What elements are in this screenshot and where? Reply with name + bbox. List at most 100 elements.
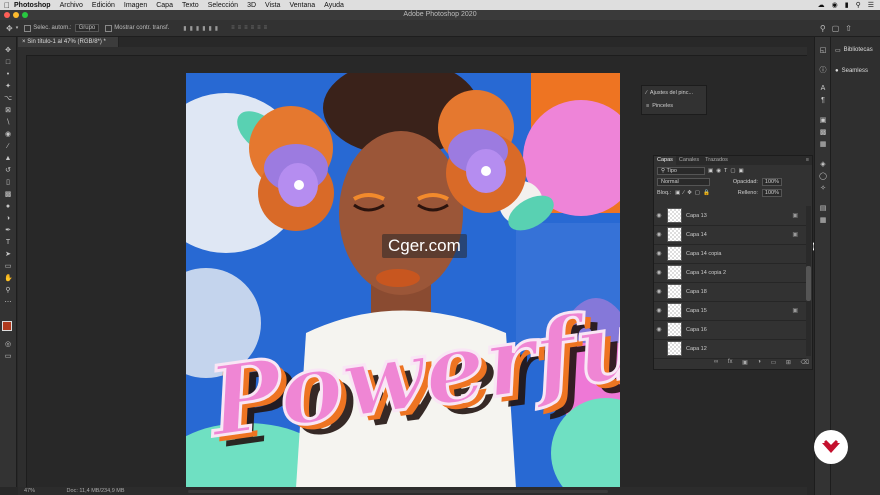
quick-mask-icon[interactable]: ◎ (4, 341, 12, 348)
more-tools-icon[interactable]: ⋯ (4, 299, 12, 306)
auto-select-checkbox[interactable] (24, 24, 32, 32)
tab-trazados[interactable]: Trazados (702, 156, 731, 165)
eye-icon[interactable]: ◉ (654, 250, 664, 257)
menu-archivo[interactable]: Archivo (60, 2, 83, 9)
eye-icon[interactable]: ◉ (654, 212, 664, 219)
hand-tool-icon[interactable]: ✋ (4, 275, 13, 282)
eye-icon[interactable]: ◉ (654, 231, 664, 238)
add-mask-icon[interactable]: ▣ (742, 359, 748, 366)
wifi-icon[interactable]: ◉ (832, 1, 838, 9)
vertical-ruler[interactable] (18, 55, 27, 487)
layer-row[interactable]: ◉ Capa 18 (654, 282, 806, 302)
brush-settings-item[interactable]: ∕ Ajustes del pinc... (642, 86, 706, 99)
apple-icon[interactable]:  (0, 1, 14, 10)
blend-mode-select[interactable]: Normal (657, 177, 710, 186)
move-tool-icon[interactable]: ✥ (4, 47, 12, 54)
layers-icon[interactable]: ◈ (818, 161, 828, 169)
healing-tool-icon[interactable]: ◉ (4, 131, 12, 138)
shape-tool-icon[interactable]: ▭ (4, 263, 12, 270)
paths-icon[interactable]: ✧ (818, 185, 828, 193)
menu-imagen[interactable]: Imagen (124, 2, 147, 9)
adjustment-layer-icon[interactable]: ◑ (757, 359, 761, 365)
info-icon[interactable]: ⓘ (818, 67, 828, 75)
menu-seleccion[interactable]: Selección (208, 2, 238, 9)
opacity-input[interactable]: 100% (761, 177, 782, 186)
group-select[interactable]: Grupo (74, 24, 100, 32)
tab-capas[interactable]: Capas (654, 156, 676, 165)
history-brush-tool-icon[interactable]: ↺ (4, 167, 12, 174)
eye-icon[interactable]: ◉ (654, 326, 664, 333)
frame-tool-icon[interactable]: ⊠ (4, 107, 12, 114)
layer-style-icon[interactable]: fx (728, 359, 733, 365)
search-icon[interactable]: ⚲ (820, 24, 826, 33)
menu-texto[interactable]: Texto (182, 2, 199, 9)
fill-input[interactable]: 100% (761, 188, 782, 197)
gradient-tool-icon[interactable]: ▩ (4, 191, 12, 198)
character-icon[interactable]: A (818, 85, 828, 93)
brush-tool-icon[interactable]: ∕ (4, 143, 12, 150)
battery-icon[interactable]: ▮ (845, 1, 849, 9)
type-tool-icon[interactable]: T (4, 239, 12, 246)
menu-capa[interactable]: Capa (156, 2, 173, 9)
histogram-icon[interactable]: ▩ (818, 129, 828, 137)
horizontal-ruler[interactable] (18, 47, 807, 56)
stamp-tool-icon[interactable]: ▲ (4, 155, 12, 162)
trash-icon[interactable]: ⌫ (801, 359, 809, 366)
eraser-tool-icon[interactable]: ▯ (4, 179, 12, 186)
properties-icon[interactable]: ▤ (818, 205, 828, 213)
menu-ayuda[interactable]: Ayuda (324, 2, 344, 9)
navigator-icon[interactable]: ▣ (818, 117, 828, 125)
filter-icons[interactable]: ▣◉T▢▣ (708, 168, 747, 174)
close-window-icon[interactable] (4, 12, 10, 18)
zoom-tool-icon[interactable]: ⚲ (4, 287, 12, 294)
brushes-item[interactable]: ≡ Pinceles (642, 99, 706, 112)
eye-icon[interactable]: ◉ (654, 288, 664, 295)
adjustments-icon[interactable]: ▦ (818, 141, 828, 149)
foreground-color-swatch[interactable] (2, 321, 12, 331)
swatches-icon[interactable]: ▦ (818, 217, 828, 225)
layer-row[interactable]: ◉ Capa 16 (654, 320, 806, 340)
menu-edicion[interactable]: Edición (92, 2, 115, 9)
crop-tool-icon[interactable]: ⌥ (4, 95, 12, 102)
layer-row[interactable]: ◉ Capa 15 ▣ (654, 301, 806, 321)
menu-vista[interactable]: Vista (265, 2, 280, 9)
panel-menu-icon[interactable]: ≡ (803, 156, 812, 165)
control-center-icon[interactable]: ☰ (868, 1, 874, 9)
lock-icons[interactable]: ▣∕✥▢🔒 (675, 190, 713, 196)
menu-3d[interactable]: 3D (247, 2, 256, 9)
blur-tool-icon[interactable]: ● (4, 203, 12, 210)
close-tab-icon[interactable]: × (22, 39, 26, 45)
pen-tool-icon[interactable]: ✒ (4, 227, 12, 234)
chevron-down-icon[interactable]: ▾ (16, 25, 19, 31)
menu-ventana[interactable]: Ventana (289, 2, 315, 9)
channels-icon[interactable]: ◯ (818, 173, 828, 181)
share-icon[interactable]: ⇧ (845, 24, 852, 33)
document-tab[interactable]: × Sin título-1 al 47% (RGB/8*) * (18, 37, 119, 47)
zoom-level[interactable]: 47% (24, 488, 35, 494)
dodge-tool-icon[interactable]: ◑ (4, 215, 12, 222)
channel-logo-button[interactable] (814, 430, 848, 464)
minimize-window-icon[interactable] (13, 12, 19, 18)
layer-filter-select[interactable]: ⚲ Tipo (657, 166, 705, 175)
lasso-tool-icon[interactable]: • (4, 71, 12, 78)
horizontal-scrollbar[interactable] (188, 490, 608, 493)
workspace-icon[interactable]: ▢ (832, 24, 840, 33)
layers-scrollbar[interactable] (806, 206, 811, 356)
magic-wand-tool-icon[interactable]: ✦ (4, 83, 12, 90)
layer-row[interactable]: ◉ Capa 13 ▣ (654, 206, 806, 226)
menu-photoshop[interactable]: Photoshop (14, 2, 51, 9)
paragraph-icon[interactable]: ¶ (818, 97, 828, 105)
layer-row[interactable]: ◉ Capa 14 copia 2 (654, 263, 806, 283)
link-layers-icon[interactable]: ∞ (714, 359, 718, 365)
layer-row[interactable]: ◉ Capa 14 copia (654, 244, 806, 264)
dock-item-bibliotecas[interactable]: ▭ Bibliotecas (835, 45, 879, 55)
distribute-icons[interactable]: ≡≡≡≡≡≡ (231, 25, 270, 31)
marquee-tool-icon[interactable]: □ (4, 59, 12, 66)
screen-mode-icon[interactable]: ▭ (4, 353, 12, 360)
maximize-window-icon[interactable] (22, 12, 28, 18)
canvas-artwork[interactable]: Powerful Powerful Powerful (186, 73, 620, 488)
spotlight-icon[interactable]: ⚲ (856, 1, 861, 9)
path-selection-tool-icon[interactable]: ➤ (4, 251, 12, 258)
cloud-icon[interactable]: ☁ (818, 1, 825, 9)
layer-row[interactable]: ◉ Capa 14 ▣ (654, 225, 806, 245)
